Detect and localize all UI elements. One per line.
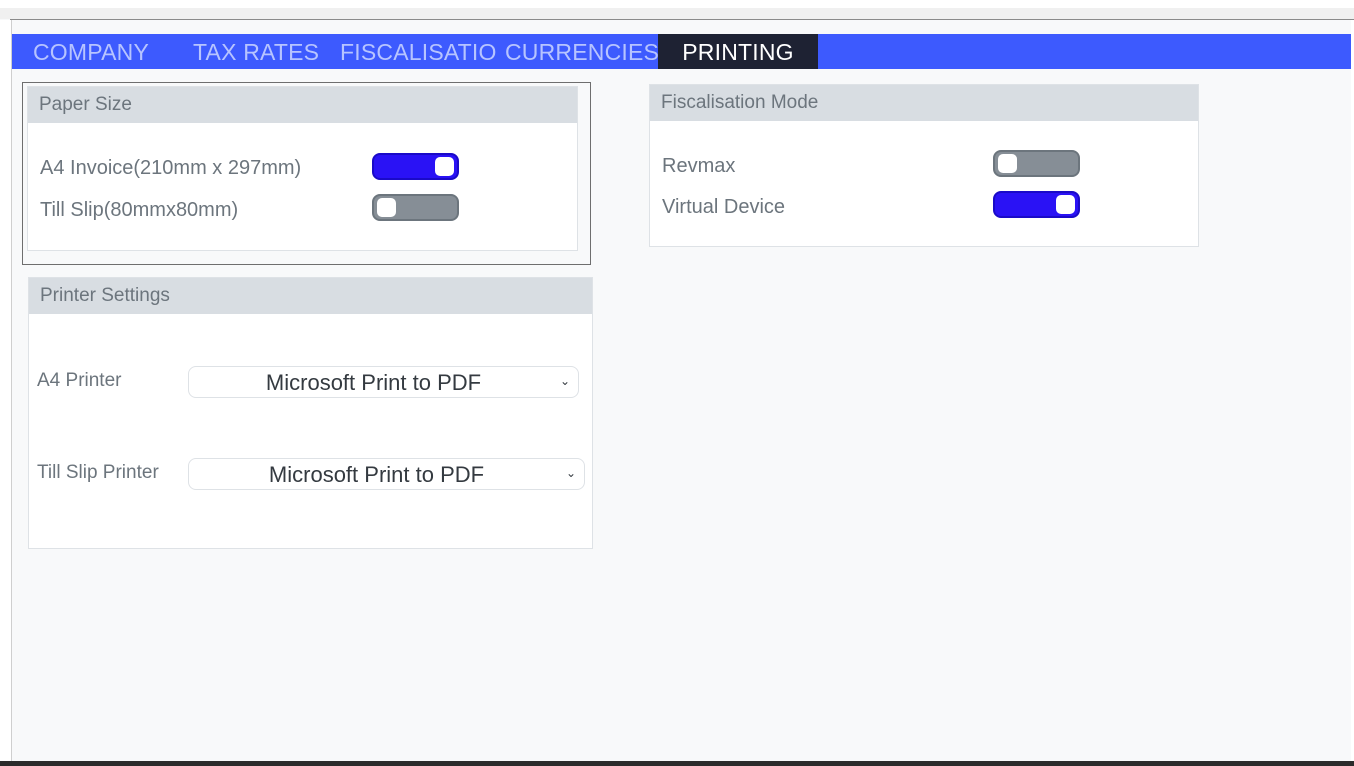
window-top-strip bbox=[0, 0, 1354, 8]
a4-printer-select[interactable]: Microsoft Print to PDF ⌄ bbox=[188, 366, 579, 398]
virtual-device-label: Virtual Device bbox=[662, 196, 786, 218]
till-slip-label: Till Slip(80mmx80mm) bbox=[40, 199, 239, 221]
till-slip-printer-select[interactable]: Microsoft Print to PDF ⌄ bbox=[188, 458, 585, 490]
settings-tab-bar: COMPANY TAX RATES FISCALISATIO CURRENCIE… bbox=[12, 34, 1351, 69]
toggle-knob bbox=[435, 157, 454, 176]
till-slip-printer-label: Till Slip Printer bbox=[37, 462, 159, 483]
toggle-knob bbox=[1056, 195, 1075, 214]
toggle-knob bbox=[998, 154, 1017, 173]
printer-settings-card: Printer Settings A4 Printer Microsoft Pr… bbox=[28, 277, 593, 549]
till-slip-toggle[interactable] bbox=[372, 194, 459, 221]
revmax-toggle[interactable] bbox=[993, 150, 1080, 177]
virtual-device-toggle[interactable] bbox=[993, 191, 1080, 218]
paper-size-card: Paper Size A4 Invoice(210mm x 297mm) Til… bbox=[27, 86, 578, 251]
a4-invoice-label: A4 Invoice(210mm x 297mm) bbox=[40, 157, 302, 179]
revmax-label: Revmax bbox=[662, 155, 736, 177]
fiscalisation-mode-title: Fiscalisation Mode bbox=[650, 85, 1198, 121]
toggle-knob bbox=[377, 198, 396, 217]
tab-tax-rates[interactable]: TAX RATES bbox=[193, 34, 319, 69]
left-rail bbox=[0, 20, 11, 766]
divider bbox=[10, 19, 1354, 20]
paper-size-title: Paper Size bbox=[28, 87, 577, 123]
chevron-down-icon: ⌄ bbox=[559, 374, 570, 388]
chevron-down-icon: ⌄ bbox=[565, 466, 576, 480]
tab-company[interactable]: COMPANY bbox=[33, 34, 149, 69]
tab-printing[interactable]: PRINTING bbox=[658, 34, 818, 69]
printer-settings-title: Printer Settings bbox=[29, 278, 592, 314]
a4-printer-label: A4 Printer bbox=[37, 370, 122, 391]
till-slip-printer-value: Microsoft Print to PDF bbox=[268, 462, 485, 487]
divider bbox=[11, 20, 12, 766]
a4-invoice-toggle[interactable] bbox=[372, 153, 459, 180]
window-bottom-border bbox=[0, 761, 1354, 766]
tab-currencies[interactable]: CURRENCIES bbox=[505, 34, 659, 69]
fiscalisation-mode-card: Fiscalisation Mode Revmax Virtual Device bbox=[649, 84, 1199, 247]
tab-fiscalisation[interactable]: FISCALISATIO bbox=[340, 34, 497, 69]
window-top-bar bbox=[0, 8, 1354, 19]
a4-printer-value: Microsoft Print to PDF bbox=[265, 370, 482, 395]
